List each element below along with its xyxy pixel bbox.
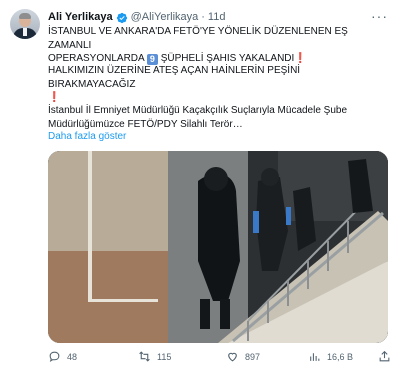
exclamation-emoji-2: ❗ (48, 92, 61, 103)
timestamp[interactable]: 11d (208, 11, 226, 23)
verified-badge-icon (116, 11, 128, 24)
tweet-card[interactable]: Ali Yerlikaya @AliYerlikaya · 11d ··· İS… (0, 0, 400, 376)
reply-button[interactable]: 48 (48, 350, 77, 363)
views-chart-icon (310, 353, 320, 361)
retweet-icon (139, 351, 150, 362)
tweet-paragraph-2: HALKIMIZIN ÜZERİNE ATEŞ AÇAN HAİNLERİN P… (48, 64, 388, 105)
exclamation-emoji: ❗ (294, 53, 307, 64)
tweet-header: Ali Yerlikaya @AliYerlikaya · 11d (48, 10, 225, 24)
share-button[interactable] (378, 350, 397, 363)
views-button[interactable]: 16,6 B (308, 350, 353, 363)
heart-icon (228, 352, 237, 362)
like-button[interactable]: 897 (226, 350, 260, 363)
retweet-count: 115 (157, 351, 172, 362)
tweet-line-5: İstanbul İl Emniyet Müdürlüğü Kaçakçılık… (48, 105, 348, 116)
tweet-line-6: Müdürlüğümüzce FETÖ/PDY Silahlı Terör… (48, 118, 243, 130)
more-options-icon[interactable]: ··· (371, 8, 388, 24)
views-count: 16,6 B (327, 351, 354, 362)
tweet-line-1: İSTANBUL VE ANKARA'DA FETÖ'YE YÖNELİK DÜ… (48, 26, 348, 51)
reply-icon (49, 351, 60, 362)
tweet-line-3: HALKIMIZIN ÜZERİNE ATEŞ AÇAN HAİNLERİN P… (48, 65, 301, 90)
tweet-text: İSTANBUL VE ANKARA'DA FETÖ'YE YÖNELİK DÜ… (48, 25, 388, 66)
reply-count: 48 (67, 351, 78, 362)
action-bar: 48 115 897 16,6 B (48, 350, 390, 366)
author-handle[interactable]: @AliYerlikaya (131, 11, 199, 23)
tweet-line-2-a: OPERASYONLARDA (48, 53, 145, 64)
share-icon (379, 350, 390, 362)
avatar[interactable] (10, 9, 40, 39)
author-name[interactable]: Ali Yerlikaya (48, 11, 113, 23)
retweet-button[interactable]: 115 (138, 350, 171, 363)
tweet-line-2-b: ŞÜPHELİ ŞAHIS YAKALANDI (160, 53, 295, 64)
tweet-video[interactable] (48, 151, 388, 343)
tweet-paragraph-3: İstanbul İl Emniyet Müdürlüğü Kaçakçılık… (48, 104, 388, 131)
show-more-link[interactable]: Daha fazla göster (48, 131, 126, 142)
header-separator: · (201, 11, 205, 23)
like-count: 897 (245, 351, 261, 362)
